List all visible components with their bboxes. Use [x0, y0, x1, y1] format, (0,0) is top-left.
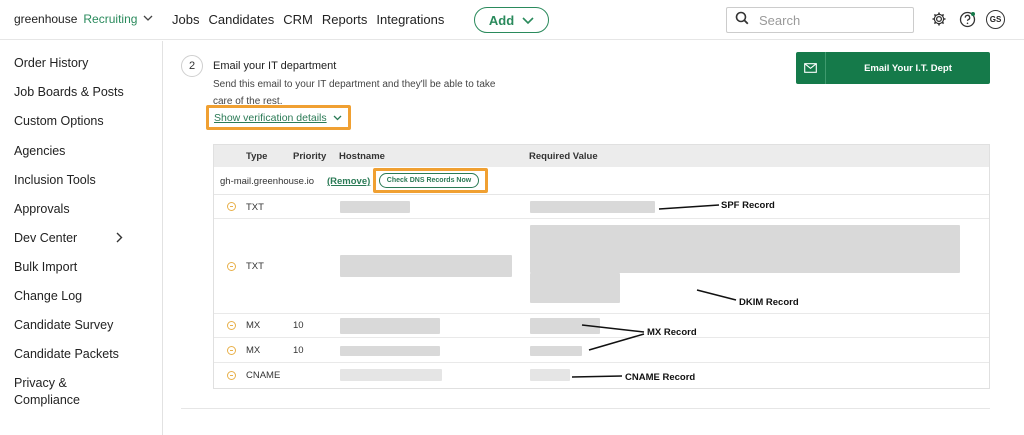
- annotation-mx: MX Record: [647, 327, 697, 338]
- annotation-spf: SPF Record: [721, 200, 775, 211]
- search-input[interactable]: [759, 12, 899, 28]
- show-verification-label: Show verification details: [214, 111, 327, 124]
- nav-reports[interactable]: Reports: [322, 12, 368, 27]
- gear-icon[interactable]: [930, 10, 948, 28]
- step-number: 2: [181, 55, 203, 77]
- help-icon[interactable]: [958, 10, 976, 28]
- sidebar-item-change-log[interactable]: Change Log: [14, 289, 82, 303]
- email-it-dept-button[interactable]: Email Your I.T. Dept: [796, 52, 990, 84]
- annotation-arrows: [571, 204, 737, 378]
- chevron-down-icon[interactable]: [143, 13, 153, 25]
- sidebar-item-candidate-packets[interactable]: Candidate Packets: [14, 347, 119, 361]
- sidebar-item-custom-options[interactable]: Custom Options: [14, 114, 104, 128]
- nav-candidates[interactable]: Candidates: [208, 12, 274, 27]
- logo-product: Recruiting: [83, 12, 138, 26]
- search-icon: [735, 11, 749, 30]
- nav-integrations[interactable]: Integrations: [376, 12, 444, 27]
- sidebar-item-order-history[interactable]: Order History: [14, 56, 88, 70]
- show-verification-details-link[interactable]: Show verification details: [206, 105, 351, 130]
- nav-jobs[interactable]: Jobs: [172, 12, 199, 27]
- step-title: Email your IT department: [213, 60, 337, 72]
- add-button[interactable]: Add: [474, 7, 549, 33]
- avatar[interactable]: GS: [986, 10, 1005, 29]
- logo-brand: greenhouse: [14, 12, 78, 26]
- sidebar-item-approvals[interactable]: Approvals: [14, 202, 70, 216]
- chevron-right-icon[interactable]: [116, 231, 123, 246]
- divider: [181, 408, 990, 409]
- add-button-label: Add: [488, 12, 515, 28]
- main-nav: Jobs Candidates CRM Reports Integrations: [172, 12, 444, 27]
- chevron-down-icon: [522, 13, 534, 28]
- sidebar-item-dev-center[interactable]: Dev Center: [14, 231, 77, 245]
- sidebar-item-privacy[interactable]: Privacy &: [14, 376, 67, 390]
- annotation-dkim: DKIM Record: [739, 297, 799, 308]
- main-content: 2 Email your IT department Send this ema…: [164, 41, 1024, 435]
- sidebar: Order History Job Boards & Posts Custom …: [0, 41, 163, 435]
- chevron-down-icon: [333, 112, 342, 124]
- email-button-label: Email Your I.T. Dept: [864, 62, 952, 74]
- dns-records-table: Type Priority Hostname Required Value gh…: [213, 144, 990, 389]
- sidebar-item-agencies[interactable]: Agencies: [14, 144, 65, 158]
- sidebar-item-inclusion-tools[interactable]: Inclusion Tools: [14, 173, 96, 187]
- sidebar-item-job-boards[interactable]: Job Boards & Posts: [14, 85, 124, 99]
- top-navigation-bar: greenhouse Recruiting Jobs Candidates CR…: [0, 0, 1024, 40]
- search-box[interactable]: [726, 7, 914, 33]
- app-logo[interactable]: greenhouse Recruiting: [14, 12, 153, 26]
- nav-crm[interactable]: CRM: [283, 12, 313, 27]
- sidebar-item-bulk-import[interactable]: Bulk Import: [14, 260, 77, 274]
- annotation-cname: CNAME Record: [625, 372, 696, 383]
- mail-icon: [796, 52, 826, 84]
- sidebar-item-candidate-survey[interactable]: Candidate Survey: [14, 318, 113, 332]
- sidebar-item-compliance[interactable]: Compliance: [14, 393, 80, 407]
